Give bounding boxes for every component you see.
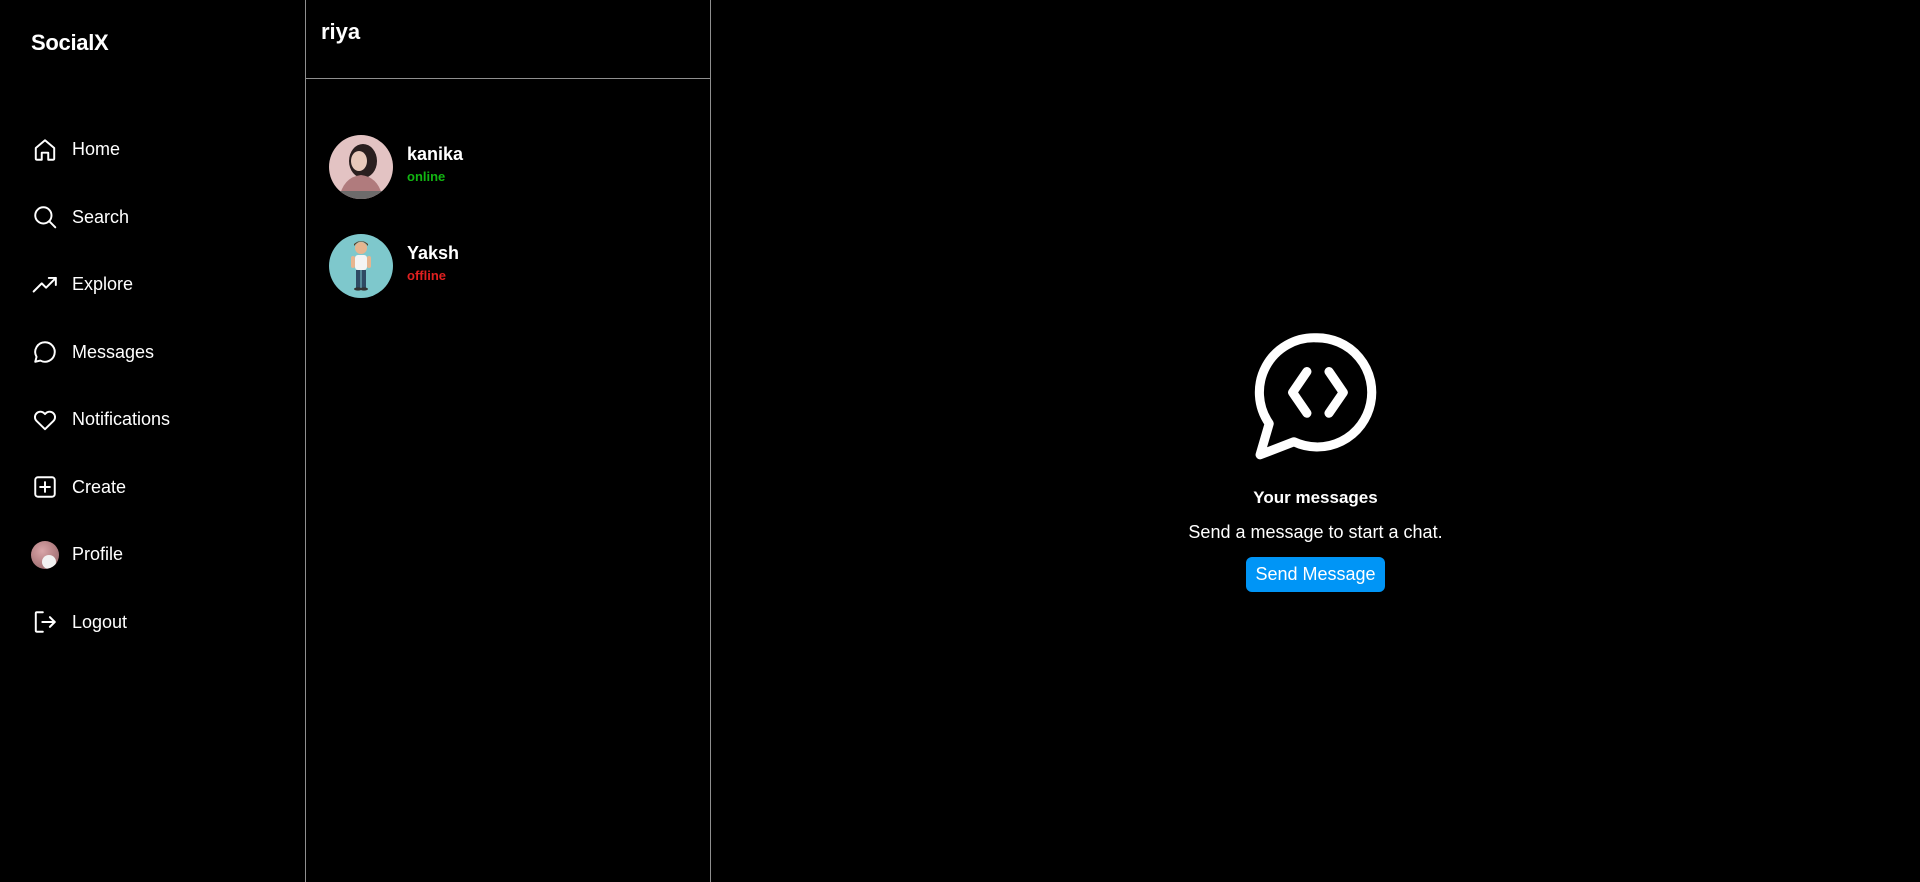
- avatar: [31, 540, 59, 569]
- trending-icon: [31, 271, 59, 299]
- send-message-button[interactable]: Send Message: [1246, 557, 1385, 592]
- conversations-header: riya: [306, 0, 710, 79]
- nav-item-profile[interactable]: Profile: [31, 521, 291, 589]
- nav-label-messages: Messages: [72, 341, 155, 362]
- nav-label-create: Create: [72, 476, 127, 497]
- search-icon: [31, 203, 59, 231]
- conversations-panel: riya kanika online Yaksh offline: [306, 0, 711, 882]
- plus-square-icon: [31, 473, 59, 501]
- nav-label-explore: Explore: [72, 274, 134, 295]
- current-username: riya: [321, 19, 361, 44]
- conversation-list: kanika online Yaksh offline: [306, 79, 710, 315]
- conversation-name: Yaksh: [407, 242, 460, 263]
- nav-item-search[interactable]: Search: [31, 184, 291, 252]
- avatar: [329, 134, 393, 199]
- conversation-text: Yaksh offline: [407, 243, 459, 283]
- heart-icon: [31, 406, 59, 434]
- nav-item-messages[interactable]: Messages: [31, 319, 291, 387]
- profile-avatar: [31, 540, 59, 569]
- avatar: [329, 233, 393, 298]
- nav-item-home[interactable]: Home: [31, 116, 291, 184]
- nav-label-notifications: Notifications: [72, 409, 171, 430]
- conversation-item-yaksh[interactable]: Yaksh offline: [306, 216, 710, 315]
- home-icon: [31, 136, 59, 164]
- nav-item-explore[interactable]: Explore: [31, 251, 291, 319]
- nav-label-home: Home: [72, 139, 121, 160]
- logout-icon: [31, 608, 59, 636]
- conversation-name: kanika: [407, 143, 464, 164]
- status-badge: online: [407, 168, 446, 184]
- conversation-item-kanika[interactable]: kanika online: [306, 117, 710, 216]
- message-icon: [31, 338, 59, 366]
- nav-label-logout: Logout: [72, 611, 128, 632]
- empty-state-title: Your messages: [1253, 488, 1378, 507]
- empty-state: Your messages Send a message to start a …: [711, 330, 1920, 592]
- nav-label-search: Search: [72, 206, 130, 227]
- status-badge: offline: [407, 267, 446, 283]
- message-main: Your messages Send a message to start a …: [711, 0, 1920, 882]
- sidebar: SocialX Home Search Explore Messages Not…: [0, 0, 306, 882]
- brand-logo[interactable]: SocialX: [31, 30, 109, 56]
- nav-label-profile: Profile: [72, 544, 124, 565]
- app-root: SocialX Home Search Explore Messages Not…: [0, 0, 1920, 882]
- conversation-text: kanika online: [407, 144, 463, 184]
- empty-state-subtitle: Send a message to start a chat.: [1188, 522, 1443, 542]
- nav-item-logout[interactable]: Logout: [31, 589, 291, 657]
- nav-item-create[interactable]: Create: [31, 454, 291, 522]
- chat-code-icon: [1254, 333, 1376, 460]
- nav-item-notifications[interactable]: Notifications: [31, 386, 291, 454]
- sidebar-nav: Home Search Explore Messages Notificatio…: [31, 116, 291, 656]
